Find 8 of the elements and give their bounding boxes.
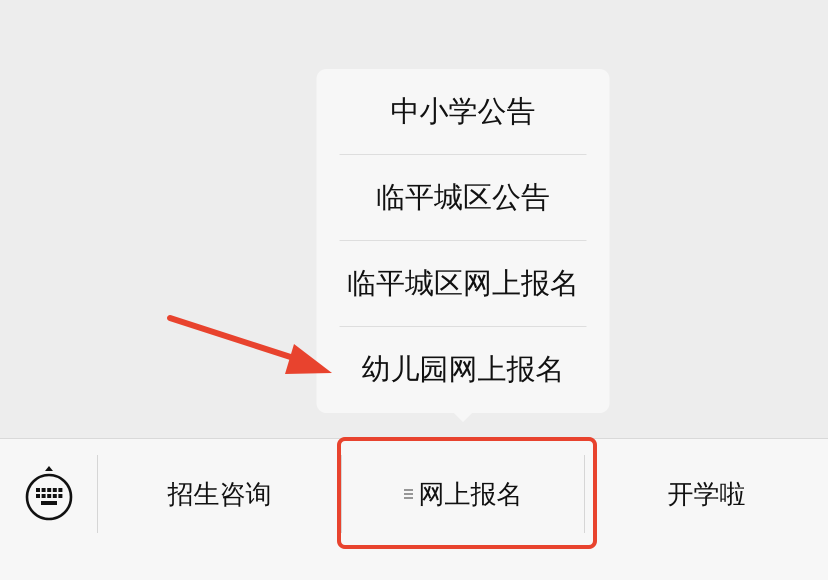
- submenu-item[interactable]: 临平城区网上报名: [340, 241, 586, 327]
- submenu-item[interactable]: 中小学公告: [340, 69, 586, 155]
- menu-button[interactable]: 招生咨询: [159, 472, 280, 516]
- keyboard-icon[interactable]: [24, 466, 74, 522]
- submenu-item[interactable]: 幼儿园网上报名: [340, 327, 586, 413]
- submenu-item[interactable]: 临平城区公告: [340, 155, 586, 241]
- menu-button[interactable]: 开学啦: [660, 472, 754, 516]
- menu-button[interactable]: 网上报名: [396, 472, 530, 516]
